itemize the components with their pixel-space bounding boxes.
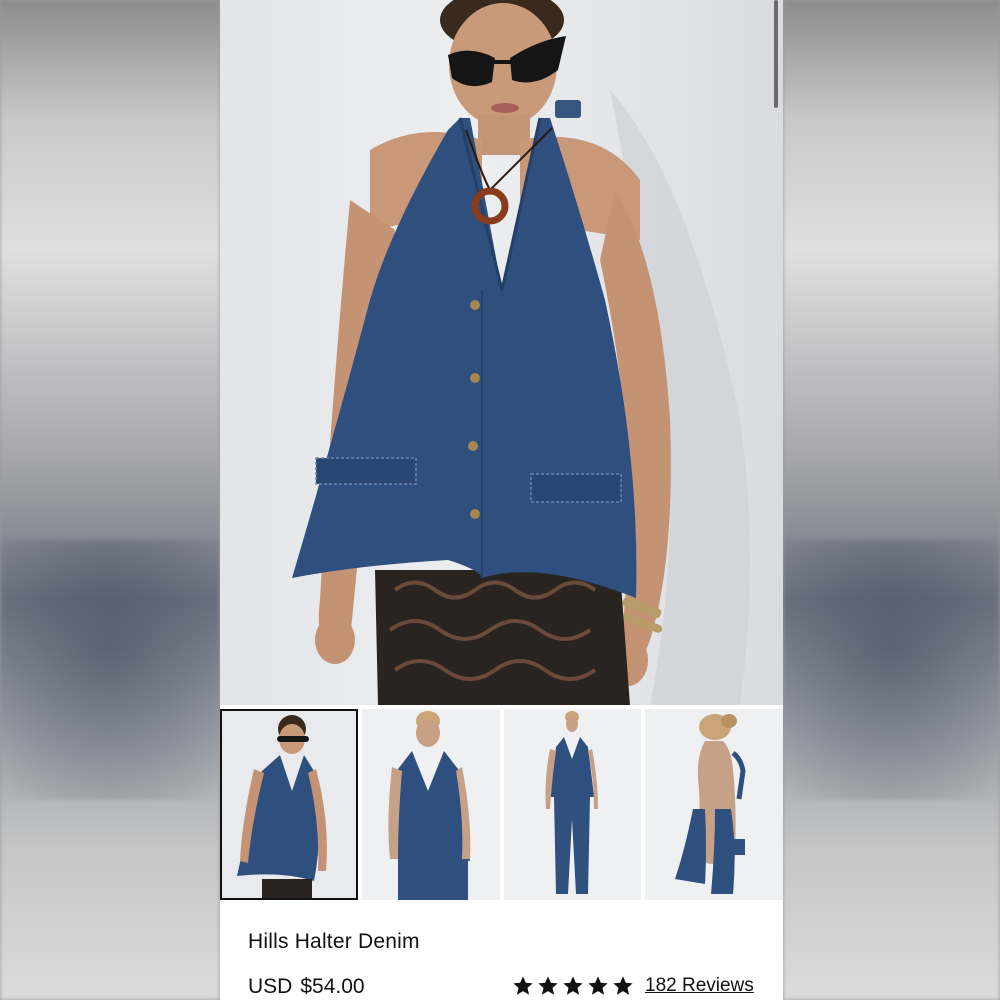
thumbnail-4-image [645, 709, 783, 900]
star-icon [588, 976, 608, 995]
rating[interactable]: 182 Reviews [512, 975, 754, 997]
thumbnail-4[interactable] [645, 709, 783, 900]
star-icon [563, 976, 583, 995]
price-rating-row: USD $54.00 182 Reviews [248, 975, 758, 1000]
star-icon [538, 976, 558, 995]
thumbnail-1-image [222, 711, 356, 898]
product-price: USD $54.00 [248, 975, 365, 999]
scrollbar[interactable] [774, 0, 778, 108]
thumbnail-2-image [361, 709, 500, 900]
hero-model-illustration [292, 0, 750, 705]
product-title: Hills Halter Denim [248, 930, 420, 953]
blurred-backdrop-right [783, 0, 1000, 1000]
thumbnail-gallery [220, 709, 783, 904]
thumbnail-3-image [503, 709, 642, 900]
star-icon [513, 976, 533, 995]
price-value: $54.00 [300, 975, 365, 998]
thumbnail-3[interactable] [503, 709, 642, 900]
star-icon [613, 976, 633, 995]
product-info: Hills Halter Denim USD $54.00 182 Reviews [248, 930, 768, 998]
blurred-backdrop-left [0, 0, 220, 1000]
thumbnail-1[interactable] [220, 709, 358, 900]
currency-label: USD [248, 975, 293, 998]
reviews-link[interactable]: 182 Reviews [645, 975, 754, 997]
product-page: Hills Halter Denim USD $54.00 182 Reviews [220, 0, 783, 1000]
product-hero-image[interactable] [220, 0, 783, 705]
thumbnail-2[interactable] [361, 709, 500, 900]
